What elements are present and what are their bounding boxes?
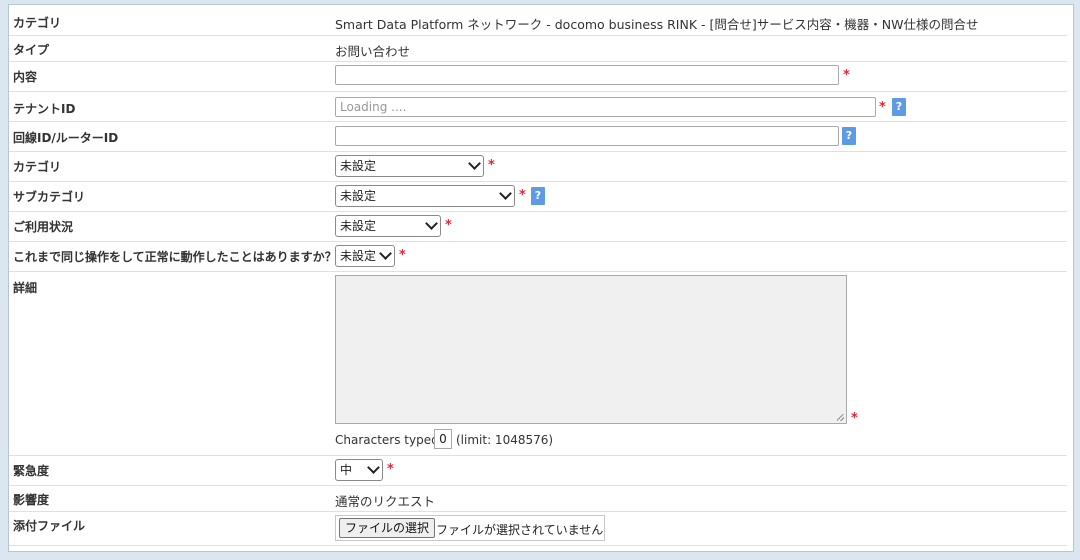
tenant-id-label: テナントID (13, 102, 76, 116)
details-required-mark: * (851, 411, 858, 426)
worked-before-select[interactable]: 未設定 (335, 245, 395, 267)
details-textarea[interactable] (335, 275, 847, 424)
line-id-help-icon[interactable]: ? (842, 127, 856, 145)
urgency-label: 緊急度 (13, 464, 50, 478)
subcategory-required-mark: * (519, 188, 526, 203)
chars-typed-counter: 0 (434, 429, 452, 449)
chars-typed-label: Characters typed: (335, 433, 443, 447)
row-urgency: 緊急度 中 * (9, 455, 1067, 486)
details-label: 詳細 (13, 281, 38, 295)
row-tenant-id: テナントID Loading .... * ? (9, 91, 1067, 122)
choose-file-button[interactable]: ファイルの選択 (339, 518, 436, 538)
row-impact: 影響度 通常のリクエスト (9, 485, 1067, 512)
row-worked-before: これまで同じ操作をして正常に動作したことはありますか？ 未設定 * (9, 241, 1067, 272)
row-content: 内容 * (9, 61, 1067, 92)
category-label: カテゴリ (13, 16, 62, 30)
tenant-id-help-icon[interactable]: ? (892, 98, 906, 116)
chevron-down-icon (468, 157, 481, 170)
category-value: Smart Data Platform ネットワーク - docomo busi… (335, 17, 979, 32)
impact-label: 影響度 (13, 493, 50, 507)
line-id-label: 回線ID/ルーターID (13, 131, 119, 145)
worked-before-select-value: 未設定 (340, 249, 377, 263)
category-select-required-mark: * (488, 158, 495, 173)
worked-before-label: これまで同じ操作をして正常に動作したことはありますか？ (13, 250, 337, 264)
line-id-input[interactable] (335, 126, 839, 146)
tenant-id-required-mark: * (879, 100, 886, 115)
type-value: お問い合わせ (335, 44, 411, 59)
chevron-down-icon (379, 247, 392, 260)
type-label: タイプ (13, 43, 50, 57)
resize-handle-icon[interactable] (837, 414, 844, 421)
request-form: カテゴリ Smart Data Platform ネットワーク - docomo… (8, 4, 1074, 552)
row-category: カテゴリ Smart Data Platform ネットワーク - docomo… (9, 5, 1067, 36)
chevron-down-icon (499, 187, 512, 200)
content-required-mark: * (843, 68, 850, 83)
category-select-value: 未設定 (340, 159, 377, 173)
urgency-select[interactable]: 中 (335, 459, 383, 481)
usage-status-select-value: 未設定 (340, 219, 377, 233)
chevron-down-icon (425, 217, 438, 230)
impact-value: 通常のリクエスト (335, 494, 436, 509)
row-subcategory: サブカテゴリ 未設定 * ? (9, 181, 1067, 212)
content-label: 内容 (13, 70, 38, 84)
row-line-id: 回線ID/ルーターID ? (9, 121, 1067, 152)
chevron-down-icon (367, 461, 380, 474)
subcategory-select[interactable]: 未設定 (335, 185, 515, 207)
urgency-required-mark: * (387, 462, 394, 477)
attachment-label: 添付ファイル (13, 519, 86, 533)
content-input[interactable] (335, 65, 839, 85)
file-status-text: ファイルが選択されていません (436, 523, 604, 537)
subcategory-help-icon[interactable]: ? (531, 187, 545, 205)
tenant-id-input[interactable]: Loading .... (335, 97, 876, 117)
usage-status-required-mark: * (445, 218, 452, 233)
row-category-select: カテゴリ 未設定 * (9, 151, 1067, 182)
subcategory-select-value: 未設定 (340, 189, 377, 203)
urgency-select-value: 中 (340, 463, 353, 477)
category-select-label: カテゴリ (13, 160, 62, 174)
file-input[interactable]: ファイルの選択 ファイルが選択されていません (335, 515, 605, 541)
usage-status-select[interactable]: 未設定 (335, 215, 441, 237)
worked-before-required-mark: * (399, 248, 406, 263)
usage-status-label: ご利用状況 (13, 220, 74, 234)
subcategory-label: サブカテゴリ (13, 190, 86, 204)
row-usage-status: ご利用状況 未設定 * (9, 211, 1067, 242)
category-select[interactable]: 未設定 (335, 155, 484, 177)
row-type: タイプ お問い合わせ (9, 35, 1067, 62)
chars-limit-text: (limit: 1048576) (456, 433, 554, 447)
